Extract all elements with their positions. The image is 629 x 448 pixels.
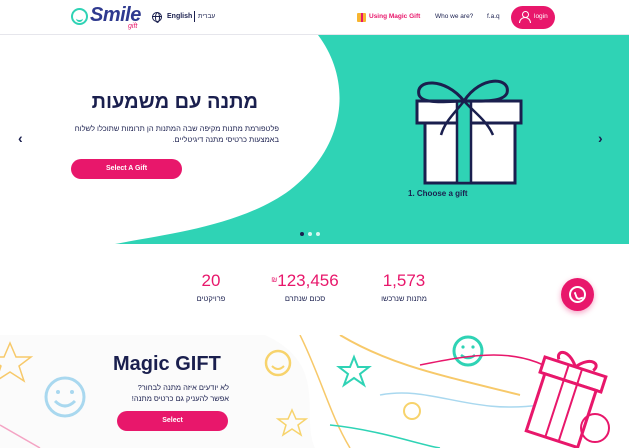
stat-amount-donated: ₪123,456 סכום שנתרם xyxy=(262,271,348,303)
carousel-dot[interactable] xyxy=(308,232,312,236)
stat-value-row: ₪123,456 xyxy=(262,271,348,291)
stat-value: 1,573 xyxy=(382,271,426,290)
hero-carousel: מתנה עם משמעות פלטפורמת מתנות מקיפה שבה … xyxy=(0,35,629,244)
magic-gift-line-2: אפשר להעניק גם כרטיס מתנה! xyxy=(131,394,229,403)
magic-gift-question: לא יודעים איזה מתנה לבחור? אפשר להעניק ג… xyxy=(132,382,229,404)
stats-section: 1,573 מתנות שנרכשו ₪123,456 סכום שנתרם 2… xyxy=(0,244,629,335)
globe-icon xyxy=(152,12,162,23)
nav-using-magic-gift[interactable]: Using Magic Gift xyxy=(369,13,420,20)
carousel-dot[interactable] xyxy=(316,232,320,236)
magic-gift-decoration xyxy=(0,335,629,448)
whatsapp-icon xyxy=(569,286,586,303)
user-icon xyxy=(519,11,531,23)
carousel-dots xyxy=(300,223,324,236)
nav-faq[interactable]: f.a.q xyxy=(487,13,500,20)
nav-who-we-are[interactable]: Who we are? xyxy=(435,13,473,20)
select-a-gift-button[interactable]: Select A Gift xyxy=(71,159,182,179)
stat-label: סכום שנתרם xyxy=(284,294,326,303)
hero-title: מתנה עם משמעות xyxy=(91,91,258,113)
login-button[interactable]: login xyxy=(511,6,555,29)
page: Smile gift English עברית Using Magic Gif… xyxy=(0,0,629,448)
stat-label: פרויקטים xyxy=(196,294,226,303)
logo-subtext: gift xyxy=(128,23,138,30)
stat-value: 123,456 xyxy=(277,271,339,290)
smile-logo-icon xyxy=(71,8,88,25)
gift-box-icon xyxy=(415,79,523,185)
carousel-step-label: 1. Choose a gift xyxy=(408,189,468,198)
stat-gifts-purchased: 1,573 מתנות שנרכשו xyxy=(372,271,436,303)
logo[interactable]: Smile gift xyxy=(71,4,143,31)
carousel-prev-arrow-icon[interactable]: ‹ xyxy=(18,131,28,145)
magic-gift-line-1: לא יודעים איזה מתנה לבחור? xyxy=(137,383,229,392)
magic-gift-select-button[interactable]: Select xyxy=(117,411,228,431)
language-english[interactable]: English xyxy=(167,13,192,20)
stat-projects: 20 פרויקטים xyxy=(188,271,234,303)
magic-gift-section: Magic GIFT לא יודעים איזה מתנה לבחור? אפ… xyxy=(0,335,629,448)
stat-value: 20 xyxy=(201,271,221,290)
whatsapp-button[interactable] xyxy=(561,278,594,311)
hero-description: פלטפורמת מתנות מקיפה שבה המתנות הן תרומו… xyxy=(74,124,279,144)
magic-gift-title: Magic GIFT xyxy=(113,353,221,375)
header: Smile gift English עברית Using Magic Gif… xyxy=(0,0,629,35)
language-divider xyxy=(194,11,195,22)
login-label: login xyxy=(534,13,548,20)
carousel-dot[interactable] xyxy=(300,232,304,236)
carousel-next-arrow-icon[interactable]: › xyxy=(598,131,608,145)
language-hebrew[interactable]: עברית xyxy=(198,13,215,20)
gift-icon xyxy=(357,13,366,22)
stat-label: מתנות שנרכשו xyxy=(381,294,427,303)
